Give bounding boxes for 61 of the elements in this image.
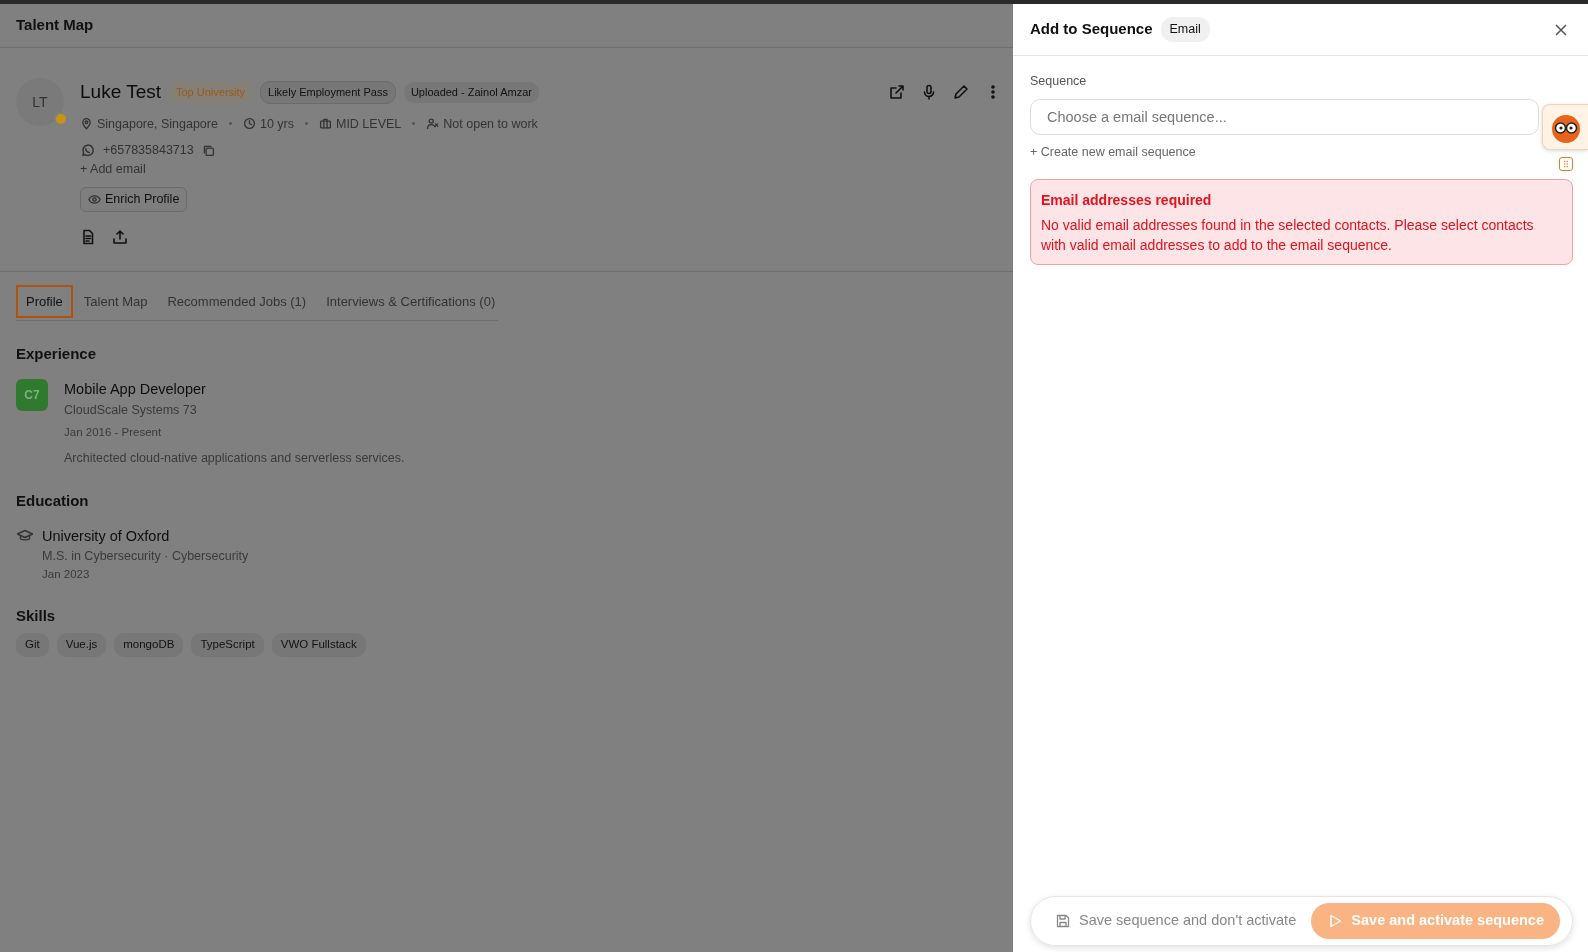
document-icon[interactable] xyxy=(80,228,96,245)
alert-message: No valid email addresses found in the selected contacts. Please select contacts with valid email addresses to add to the email sequence. xyxy=(1041,215,1535,256)
tag: Likely Employment Pass xyxy=(260,81,396,104)
panel-title: Add to Sequence xyxy=(1030,19,1153,40)
skill-tag: Vue.js xyxy=(56,633,107,657)
upload-icon[interactable] xyxy=(112,228,128,245)
section-heading: Experience xyxy=(16,345,98,364)
eye-icon xyxy=(88,192,101,206)
tab[interactable]: Talent Map xyxy=(74,284,157,319)
grip-icon xyxy=(1561,159,1571,169)
avatar-initials: LT xyxy=(32,92,48,112)
company-name: CloudScale Systems 73 xyxy=(64,401,198,419)
date-range: Jan 2016 - Present xyxy=(64,424,163,440)
edit-icon[interactable] xyxy=(953,84,969,100)
school-name: University of Oxford xyxy=(42,526,171,546)
skill-tag: TypeScript xyxy=(191,633,264,657)
meta-text: 10 yrs xyxy=(259,115,294,133)
close-icon xyxy=(1554,23,1568,38)
copy-icon[interactable] xyxy=(201,144,215,158)
tag: Top University xyxy=(169,82,253,103)
meta-text: MID LEVEL xyxy=(336,115,402,133)
person-icon xyxy=(426,117,440,131)
tab[interactable]: Interviews & Certifications (0) xyxy=(317,284,505,319)
job-description: Architected cloud-native applications and serverless services. xyxy=(64,449,405,467)
meta-text: Not open to work xyxy=(443,115,538,133)
add-email-link[interactable]: + Add email xyxy=(80,162,146,176)
alert-title: Email addresses required xyxy=(1041,190,1213,210)
play-icon xyxy=(1327,913,1344,930)
job-title: Mobile App Developer xyxy=(64,380,207,400)
channel-tag: Email xyxy=(1160,17,1210,42)
separator-dot xyxy=(305,122,308,126)
phone-number: +657835843713 xyxy=(103,142,194,160)
skill-tag: Git xyxy=(16,633,49,657)
location-pin-icon xyxy=(80,117,93,131)
assistant-button[interactable] xyxy=(1542,104,1588,150)
meta-text: Singapore, Singapore xyxy=(97,115,218,133)
company-logo: C7 xyxy=(16,379,48,412)
clock-icon xyxy=(242,117,256,131)
section-heading: Skills xyxy=(16,607,57,626)
sequence-select-field[interactable]: Choose a email sequence... xyxy=(1030,98,1539,135)
briefcase-icon xyxy=(319,117,332,131)
drag-handle[interactable] xyxy=(1559,157,1573,171)
tag: Uploaded - Zainol Amzar xyxy=(403,82,539,103)
skill-tag: VWO Fullstack xyxy=(271,633,366,657)
external-link-icon[interactable] xyxy=(889,84,905,100)
microphone-icon[interactable] xyxy=(921,84,937,100)
field-label: Sequence xyxy=(1030,73,1088,90)
whatsapp-icon xyxy=(80,143,95,159)
save-icon xyxy=(1055,913,1071,930)
separator-dot xyxy=(412,122,416,126)
tab[interactable]: Profile xyxy=(16,284,73,319)
separator-dot xyxy=(228,122,232,126)
degree: M.S. in Cybersecurity · Cybersecurity xyxy=(42,548,249,566)
page-title: Talent Map xyxy=(16,15,94,36)
skill-tag: mongoDB xyxy=(114,633,184,657)
tab[interactable]: Recommended Jobs (1) xyxy=(158,284,316,319)
candidate-name: Luke Test xyxy=(80,80,161,104)
create-sequence-link[interactable]: + Create new email sequence xyxy=(1030,144,1196,159)
date: Jan 2023 xyxy=(42,567,91,583)
enrich-profile-button[interactable]: Enrich Profile xyxy=(80,186,188,212)
section-heading: Education xyxy=(16,491,90,510)
